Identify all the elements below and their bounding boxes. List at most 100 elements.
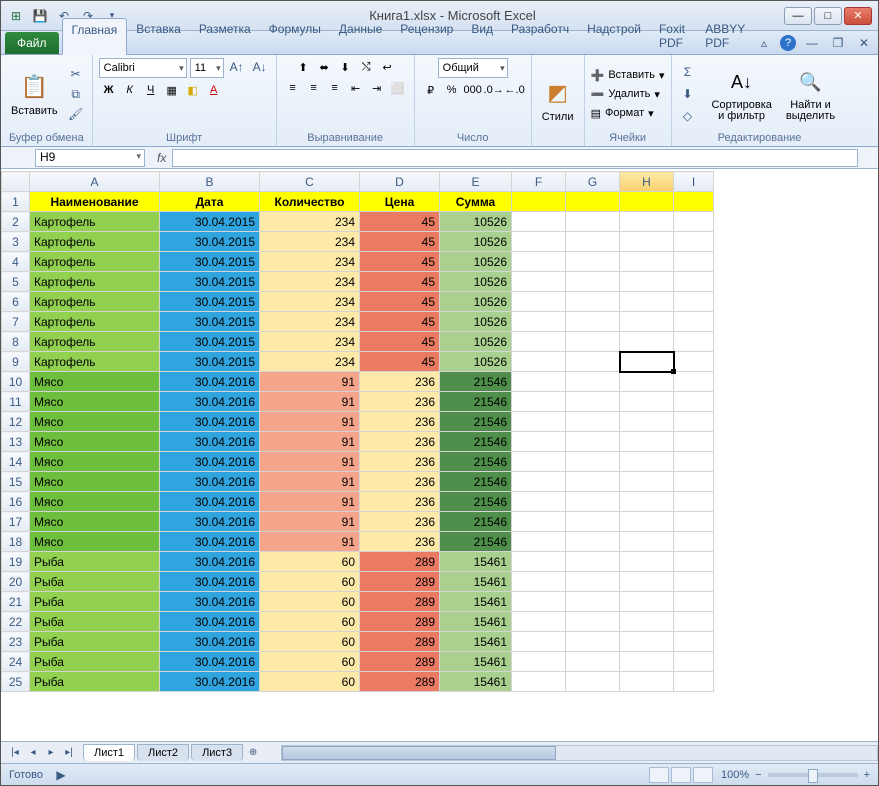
cell[interactable]: 236 <box>360 412 440 432</box>
cell[interactable]: 45 <box>360 332 440 352</box>
align-bottom-icon[interactable]: ⬇ <box>335 58 355 76</box>
cell[interactable] <box>566 192 620 212</box>
minimize-button[interactable]: — <box>784 7 812 25</box>
cell[interactable]: 91 <box>260 532 360 552</box>
sort-filter-button[interactable]: А↓ Сортировка и фильтр <box>708 64 776 124</box>
cell-H12[interactable] <box>620 412 674 432</box>
cell-G16[interactable] <box>566 492 620 512</box>
cell[interactable]: 30.04.2016 <box>160 412 260 432</box>
cell[interactable]: 30.04.2016 <box>160 532 260 552</box>
tab-главная[interactable]: Главная <box>62 18 128 55</box>
cell[interactable]: Картофель <box>30 352 160 372</box>
fill-icon[interactable]: ⬇ <box>678 85 698 103</box>
cell[interactable]: 234 <box>260 312 360 332</box>
cell[interactable]: 289 <box>360 612 440 632</box>
cell[interactable]: 60 <box>260 652 360 672</box>
row-header-21[interactable]: 21 <box>2 592 30 612</box>
cell[interactable]: 60 <box>260 612 360 632</box>
wrap-text-icon[interactable]: ↩ <box>377 58 397 76</box>
cell[interactable]: Рыба <box>30 552 160 572</box>
col-header-C[interactable]: C <box>260 172 360 192</box>
row-header-4[interactable]: 4 <box>2 252 30 272</box>
font-size-combo[interactable]: 11 <box>190 58 224 78</box>
increase-decimal-icon[interactable]: .0→ <box>484 81 504 99</box>
cell[interactable] <box>620 192 674 212</box>
indent-decrease-icon[interactable]: ⇤ <box>346 79 366 97</box>
cell[interactable]: 21546 <box>440 432 512 452</box>
cell-H9[interactable] <box>620 352 674 372</box>
cell[interactable]: 236 <box>360 472 440 492</box>
row-header-11[interactable]: 11 <box>2 392 30 412</box>
cell-H13[interactable] <box>620 432 674 452</box>
cell-F2[interactable] <box>512 212 566 232</box>
cell-H3[interactable] <box>620 232 674 252</box>
cell-I20[interactable] <box>674 572 714 592</box>
cell[interactable]: 91 <box>260 432 360 452</box>
cell[interactable]: 15461 <box>440 632 512 652</box>
cell-G2[interactable] <box>566 212 620 232</box>
bold-button[interactable]: Ж <box>99 81 119 99</box>
cell[interactable]: 21546 <box>440 512 512 532</box>
merge-icon[interactable]: ⬜ <box>388 79 408 97</box>
cell[interactable]: 30.04.2016 <box>160 452 260 472</box>
cell-I2[interactable] <box>674 212 714 232</box>
cell-F7[interactable] <box>512 312 566 332</box>
cell[interactable]: 21546 <box>440 532 512 552</box>
cell[interactable]: 30.04.2016 <box>160 572 260 592</box>
cell[interactable] <box>674 192 714 212</box>
cell-F19[interactable] <box>512 552 566 572</box>
cell[interactable]: 30.04.2016 <box>160 492 260 512</box>
cell[interactable]: 15461 <box>440 652 512 672</box>
cell[interactable]: 45 <box>360 212 440 232</box>
cell[interactable]: 30.04.2016 <box>160 672 260 692</box>
cell-F9[interactable] <box>512 352 566 372</box>
cell-G10[interactable] <box>566 372 620 392</box>
tab-надстрой[interactable]: Надстрой <box>578 18 650 54</box>
cell-G22[interactable] <box>566 612 620 632</box>
cell[interactable]: Мясо <box>30 372 160 392</box>
row-header-12[interactable]: 12 <box>2 412 30 432</box>
underline-button[interactable]: Ч <box>141 81 161 99</box>
cell[interactable]: 30.04.2016 <box>160 372 260 392</box>
cell-F11[interactable] <box>512 392 566 412</box>
cell-F3[interactable] <box>512 232 566 252</box>
cell[interactable]: 45 <box>360 312 440 332</box>
cell-F10[interactable] <box>512 372 566 392</box>
row-header-22[interactable]: 22 <box>2 612 30 632</box>
doc-restore-icon[interactable]: ❐ <box>828 34 848 52</box>
row-header-20[interactable]: 20 <box>2 572 30 592</box>
cell[interactable]: 30.04.2016 <box>160 652 260 672</box>
cell[interactable]: Мясо <box>30 412 160 432</box>
row-header-5[interactable]: 5 <box>2 272 30 292</box>
cell[interactable]: 289 <box>360 672 440 692</box>
cell[interactable]: 30.04.2016 <box>160 512 260 532</box>
cell-I4[interactable] <box>674 252 714 272</box>
cell[interactable]: 10526 <box>440 312 512 332</box>
cell-G6[interactable] <box>566 292 620 312</box>
cell[interactable]: 236 <box>360 512 440 532</box>
cell[interactable]: Картофель <box>30 252 160 272</box>
name-box[interactable]: H9 <box>35 149 145 167</box>
tab-foxit pdf[interactable]: Foxit PDF <box>650 18 696 54</box>
close-button[interactable]: ✕ <box>844 7 872 25</box>
cell[interactable]: 60 <box>260 592 360 612</box>
excel-icon[interactable]: ⊞ <box>7 7 25 25</box>
cell-G11[interactable] <box>566 392 620 412</box>
formula-input[interactable] <box>172 149 858 167</box>
sheet-nav-last-icon[interactable]: ▸| <box>61 745 77 761</box>
row-header-19[interactable]: 19 <box>2 552 30 572</box>
cell[interactable]: 10526 <box>440 352 512 372</box>
col-header-E[interactable]: E <box>440 172 512 192</box>
cell-I15[interactable] <box>674 472 714 492</box>
align-top-icon[interactable]: ⬆ <box>293 58 313 76</box>
help-icon[interactable]: ? <box>780 35 796 51</box>
cell[interactable]: 91 <box>260 472 360 492</box>
zoom-level[interactable]: 100% <box>721 769 749 781</box>
cell-F6[interactable] <box>512 292 566 312</box>
cell-H8[interactable] <box>620 332 674 352</box>
header-cell[interactable]: Количество <box>260 192 360 212</box>
cell[interactable]: 289 <box>360 592 440 612</box>
cell[interactable]: 15461 <box>440 552 512 572</box>
cell[interactable]: 30.04.2016 <box>160 612 260 632</box>
cell[interactable]: 234 <box>260 272 360 292</box>
